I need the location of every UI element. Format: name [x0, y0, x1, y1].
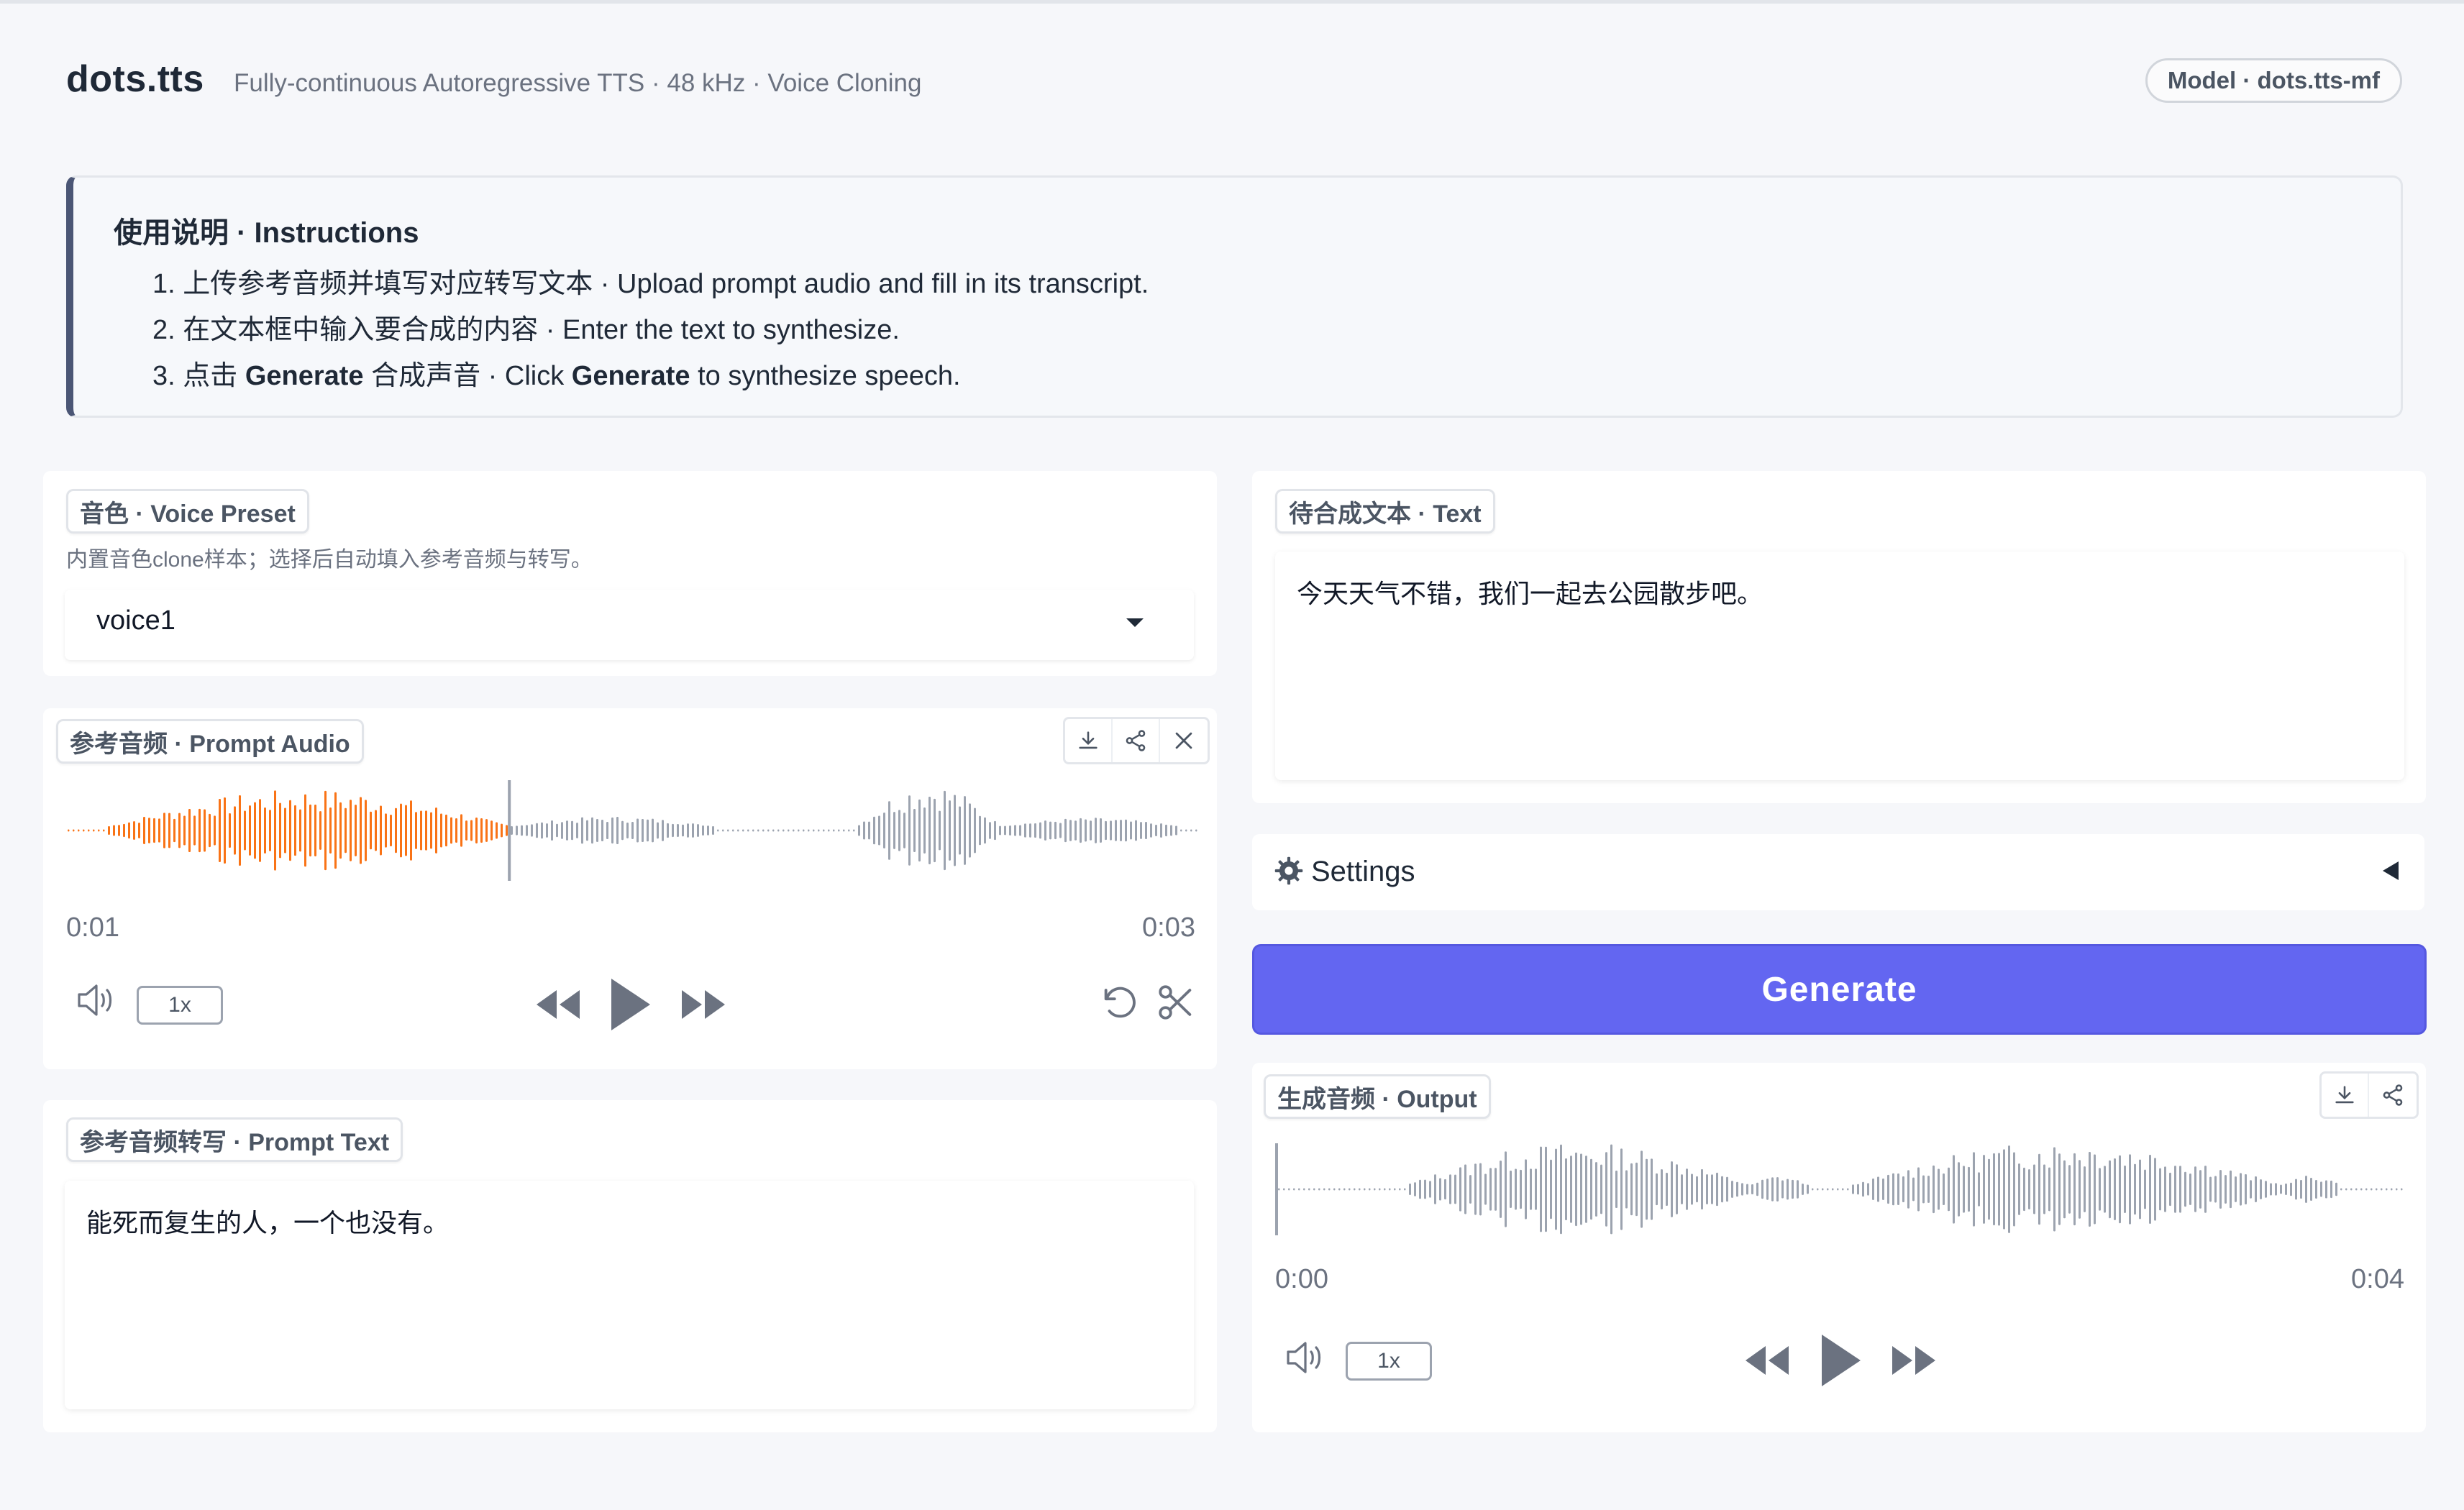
instructions-title: 使用说明 · Instructions	[114, 217, 419, 249]
voice-preset-label: 音色 · Voice Preset	[66, 489, 309, 534]
prompt-audio-panel: 参考音频 · Prompt Audio 0:01 0:03 1x	[43, 708, 1217, 1069]
close-icon[interactable]	[1160, 719, 1208, 762]
generate-button[interactable]: Generate	[1252, 944, 2427, 1035]
model-badge: Model · dots.tts-mf	[2145, 58, 2402, 103]
app-title: dots.tts	[66, 58, 204, 100]
output-waveform[interactable]	[1275, 1139, 2404, 1240]
settings-label: Settings	[1311, 856, 1415, 887]
volume-icon[interactable]	[1284, 1339, 1330, 1376]
voice-preset-panel: 音色 · Voice Preset 内置音色clone样本；选择后自动填入参考音…	[43, 471, 1217, 676]
prompt-audio-duration: 0:03	[1142, 912, 1195, 943]
top-border	[0, 0, 2464, 4]
dropdown-caret-icon	[1126, 618, 1144, 627]
text-label: 待合成文本 · Text	[1275, 489, 1495, 534]
undo-icon[interactable]	[1099, 982, 1141, 1023]
prompt-audio-current-time: 0:01	[66, 912, 119, 943]
prompt-text-label: 参考音频转写 · Prompt Text	[66, 1117, 403, 1162]
output-label: 生成音频 · Output	[1264, 1074, 1491, 1119]
instructions-box: 使用说明 · Instructions 1. 上传参考音频并填写对应转写文本 ·…	[66, 175, 2403, 418]
synthesis-text-input[interactable]: 今天天气不错，我们一起去公园散步吧。	[1275, 552, 2404, 780]
synthesis-text-value: 今天天气不错，我们一起去公园散步吧。	[1297, 580, 1763, 609]
gear-icon	[1274, 856, 1303, 885]
rewind-icon[interactable]	[1741, 1342, 1792, 1379]
volume-icon[interactable]	[75, 982, 121, 1019]
prompt-audio-label: 参考音频 · Prompt Audio	[56, 719, 364, 764]
prompt-text-panel: 参考音频转写 · Prompt Text 能死而复生的人，一个也没有。	[43, 1100, 1217, 1432]
voice-preset-selected: voice1	[96, 605, 175, 636]
fast-forward-icon[interactable]	[679, 986, 729, 1023]
download-icon[interactable]	[1065, 719, 1113, 762]
trim-scissors-icon[interactable]	[1155, 982, 1197, 1023]
collapse-arrow-icon	[2383, 861, 2399, 880]
play-icon[interactable]	[604, 974, 654, 1035]
prompt-text-value: 能死而复生的人，一个也没有。	[86, 1209, 450, 1238]
share-icon[interactable]	[1113, 719, 1160, 762]
prompt-audio-rate-button[interactable]: 1x	[137, 986, 223, 1025]
text-panel: 待合成文本 · Text 今天天气不错，我们一起去公园散步吧。	[1252, 471, 2426, 803]
share-icon[interactable]	[2369, 1074, 2417, 1117]
settings-accordion[interactable]: Settings	[1252, 834, 2424, 910]
output-toolbar	[2319, 1071, 2419, 1119]
voice-preset-select[interactable]: voice1	[65, 590, 1194, 660]
instruction-step-3: 3. 点击 Generate 合成声音 · Click Generate to …	[152, 361, 961, 391]
app-subtitle: Fully-continuous Autoregressive TTS · 48…	[234, 69, 922, 97]
prompt-audio-waveform[interactable]	[65, 780, 1201, 881]
prompt-audio-toolbar	[1063, 717, 1210, 764]
prompt-text-input[interactable]: 能死而复生的人，一个也没有。	[65, 1181, 1194, 1409]
output-rate-button[interactable]: 1x	[1346, 1342, 1432, 1381]
download-icon[interactable]	[2322, 1074, 2369, 1117]
voice-preset-hint: 内置音色clone样本；选择后自动填入参考音频与转写。	[66, 548, 593, 572]
output-current-time: 0:00	[1275, 1264, 1328, 1294]
play-icon[interactable]	[1815, 1330, 1865, 1391]
fast-forward-icon[interactable]	[1889, 1342, 1940, 1379]
rewind-icon[interactable]	[532, 986, 583, 1023]
instruction-step-2: 2. 在文本框中输入要合成的内容 · Enter the text to syn…	[152, 315, 900, 345]
instruction-step-1: 1. 上传参考音频并填写对应转写文本 · Upload prompt audio…	[152, 269, 1149, 299]
output-duration: 0:04	[2351, 1264, 2404, 1294]
output-panel: 生成音频 · Output 0:00 0:04 1x	[1252, 1063, 2426, 1432]
